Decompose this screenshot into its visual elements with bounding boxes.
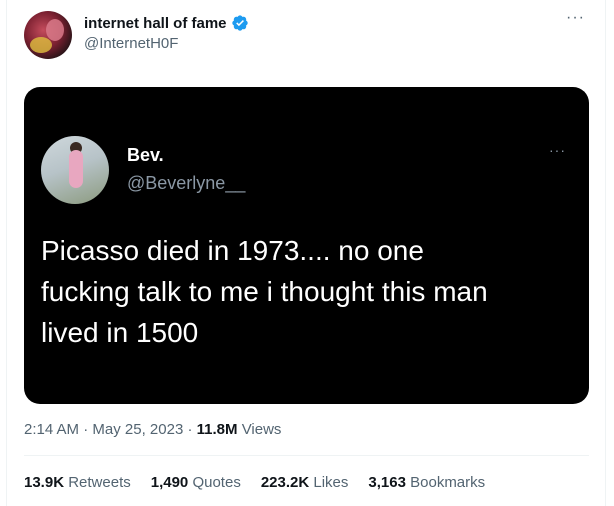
likes-stat[interactable]: 223.2K Likes bbox=[261, 474, 349, 491]
embedded-tweet-image[interactable]: Bev. @Beverlyne__ ··· Picasso died in 19… bbox=[24, 87, 589, 404]
meta-separator: · bbox=[83, 421, 89, 438]
author-display-name[interactable]: internet hall of fame bbox=[84, 14, 249, 32]
retweets-stat[interactable]: 13.9K Retweets bbox=[24, 474, 131, 491]
embedded-avatar bbox=[41, 136, 109, 204]
embedded-tweet-text: Picasso died in 1973.... no one fucking … bbox=[41, 235, 488, 348]
tweet-time[interactable]: 2:14 AM bbox=[24, 421, 79, 438]
views-label: Views bbox=[241, 421, 282, 438]
more-options-icon[interactable]: ··· bbox=[566, 10, 585, 26]
quotes-stat[interactable]: 1,490 Quotes bbox=[151, 474, 241, 491]
engagement-stats: 13.9K Retweets 1,490 Quotes 223.2K Likes… bbox=[24, 474, 505, 491]
embedded-more-options-icon: ··· bbox=[549, 142, 566, 158]
bookmarks-stat[interactable]: 3,163 Bookmarks bbox=[368, 474, 485, 491]
author-avatar[interactable] bbox=[24, 11, 72, 59]
views-count: 11.8M bbox=[196, 421, 238, 438]
author-handle[interactable]: @InternetH0F bbox=[84, 35, 178, 52]
divider bbox=[24, 455, 589, 456]
embedded-display-name: Bev. bbox=[127, 145, 164, 165]
tweet-meta: 2:14 AM · May 25, 2023 · 11.8M Views bbox=[24, 421, 281, 438]
verified-badge-icon bbox=[231, 15, 248, 31]
tweet-date[interactable]: May 25, 2023 bbox=[92, 421, 183, 438]
embedded-handle: @Beverlyne__ bbox=[127, 173, 246, 193]
author-name-text[interactable]: internet hall of fame bbox=[84, 15, 227, 32]
meta-separator: · bbox=[187, 421, 193, 438]
